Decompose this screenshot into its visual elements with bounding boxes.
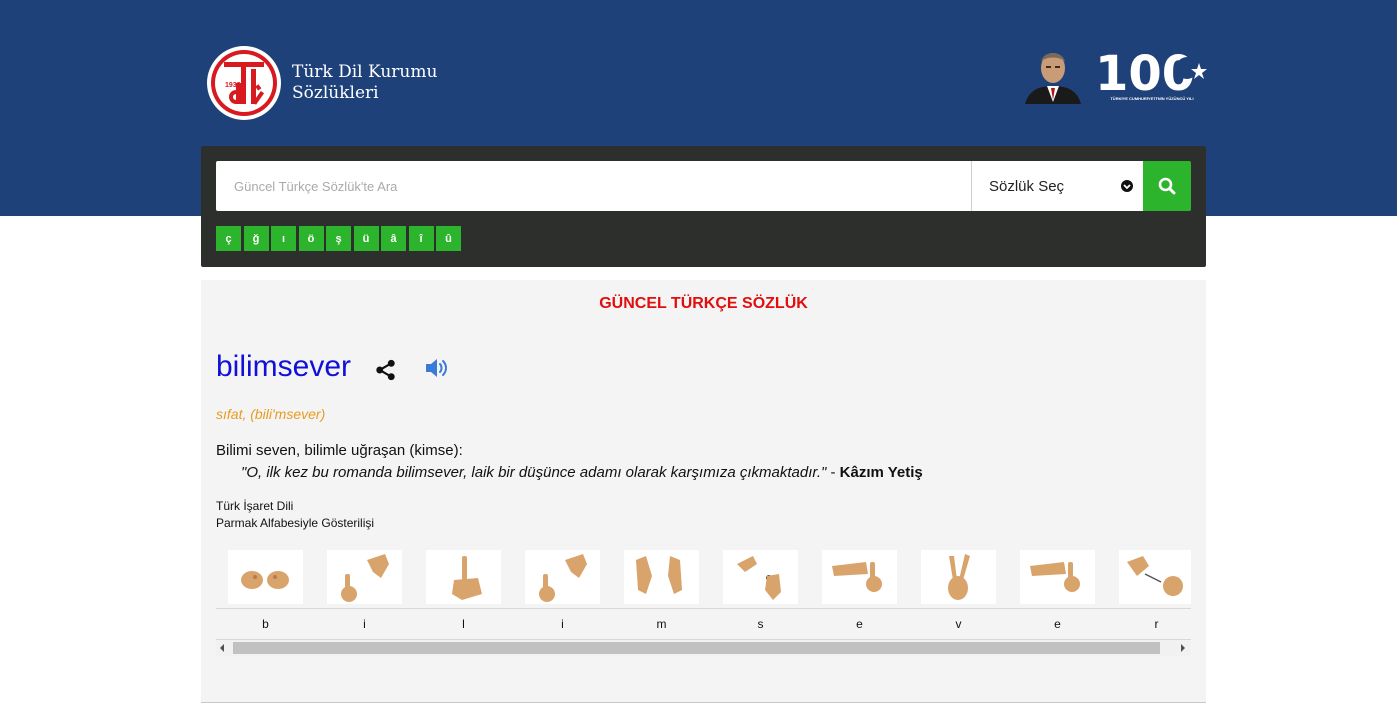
- char-button-dotless-i[interactable]: ı: [271, 226, 296, 251]
- example-sentence: "O, ilk kez bu romanda bilimsever, laik …: [241, 464, 923, 481]
- char-button-u-umlaut[interactable]: ü: [353, 226, 379, 251]
- search-panel: Sözlük Seç ç ğ ı ö ş ü â î û: [201, 146, 1206, 267]
- fingerspell-cell: m: [612, 547, 711, 637]
- fingerspell-cell: i: [315, 547, 414, 637]
- chevron-down-icon: [1121, 180, 1133, 192]
- site-logo[interactable]: 1932 Türk Dil Kurumu Sözlükleri: [206, 45, 437, 121]
- scroll-right-arrow[interactable]: [1181, 644, 1185, 652]
- char-button-c-cedilla[interactable]: ç: [216, 226, 241, 251]
- hand-sign-image: [624, 550, 699, 604]
- hand-sign-icon: [832, 562, 882, 592]
- fingerspell-cell: r: [1107, 547, 1191, 637]
- char-button-i-circumflex[interactable]: î: [408, 226, 434, 251]
- fingerspell-letter: m: [656, 617, 667, 631]
- fingerspell-letter: r: [1154, 617, 1159, 631]
- sign-language-subtitle: Parmak Alfabesiyle Gösterilişi: [216, 516, 375, 530]
- hand-sign-image: [327, 550, 402, 604]
- sign-language-title: Türk İşaret Dili: [216, 499, 294, 513]
- definition-text: Bilimi seven, bilimle uğraşan (kimse):: [216, 442, 463, 459]
- scrollbar-thumb[interactable]: [233, 642, 1160, 654]
- char-button-s-cedilla[interactable]: ş: [326, 226, 351, 251]
- centennial-caption: TÜRKİYE CUMHURİYETİ'NİN YÜZÜNCÜ YILI: [1110, 96, 1194, 101]
- hand-sign-image: [921, 550, 996, 604]
- site-title: Türk Dil Kurumu Sözlükleri: [292, 62, 437, 104]
- hand-sign-icon: [341, 554, 389, 602]
- dictionary-select-label: Sözlük Seç: [989, 177, 1065, 195]
- result-panel: GÜNCEL TÜRKÇE SÖZLÜK bilimsever sıfat, (…: [201, 280, 1206, 703]
- fingerspell-letter: b: [262, 617, 269, 631]
- fingerspell-letter: v: [955, 617, 962, 631]
- fingerspell-cell: e: [810, 547, 909, 637]
- hand-sign-image: [228, 550, 303, 604]
- fingerspell-letter: i: [561, 617, 564, 631]
- fingerspell-letter: s: [757, 617, 764, 631]
- example-quote: "O, ilk kez bu romanda bilimsever, laik …: [241, 464, 827, 481]
- dictionary-select[interactable]: Sözlük Seç: [971, 161, 1143, 211]
- hand-sign-icon: [539, 554, 587, 602]
- entry-word: bilimsever: [216, 350, 352, 383]
- tdk-seal-logo: 1932: [207, 46, 281, 120]
- fingerspell-cell: v: [909, 547, 1008, 637]
- hand-sign-icon: [241, 571, 289, 589]
- hand-sign-icon: [948, 554, 970, 600]
- char-button-u-circumflex[interactable]: û: [436, 226, 461, 251]
- hand-sign-icon: [636, 556, 682, 594]
- centennial-logo: 100 TÜRKİYE CUMHURİYETİ'NİN YÜZÜNCÜ YILI: [1095, 42, 1209, 106]
- site-title-line1: Türk Dil Kurumu: [292, 62, 438, 82]
- char-button-o-umlaut[interactable]: ö: [298, 226, 324, 251]
- char-button-g-breve[interactable]: ğ: [243, 226, 269, 251]
- fingerspell-letter: l: [462, 617, 465, 631]
- hand-sign-icon: [737, 556, 781, 600]
- share-icon[interactable]: [374, 358, 397, 382]
- divider: [216, 608, 1191, 609]
- fingerspell-cell: l: [414, 547, 513, 637]
- centennial-badge: 100 TÜRKİYE CUMHURİYETİ'NİN YÜZÜNCÜ YILI: [1017, 42, 1209, 106]
- fingerspell-letter: e: [1054, 617, 1061, 631]
- fingerspell-letter: i: [363, 617, 366, 631]
- scroll-left-arrow[interactable]: [220, 644, 224, 652]
- horizontal-scrollbar[interactable]: [216, 640, 1191, 656]
- special-char-buttons: ç ğ ı ö ş ü â î û: [216, 226, 464, 251]
- site-title-line2: Sözlükleri: [292, 83, 379, 103]
- hand-sign-icon: [1030, 562, 1080, 592]
- example-author: Kâzım Yetiş: [839, 464, 923, 481]
- part-of-speech: sıfat, (bili'msever): [216, 406, 326, 422]
- fingerspell-cell: e: [1008, 547, 1107, 637]
- search-button[interactable]: [1143, 161, 1191, 211]
- dictionary-title: GÜNCEL TÜRKÇE SÖZLÜK: [599, 295, 808, 312]
- svg-text:1932: 1932: [225, 82, 241, 89]
- centennial-100-mark: 100: [1095, 46, 1207, 102]
- hand-sign-icon: [452, 556, 482, 600]
- hand-sign-image: [525, 550, 600, 604]
- char-button-a-circumflex[interactable]: â: [381, 226, 406, 251]
- fingerspell-letter: e: [856, 617, 863, 631]
- fingerspell-cell: s: [711, 547, 810, 637]
- speaker-icon[interactable]: [425, 357, 451, 379]
- hand-sign-image: [822, 550, 897, 604]
- search-icon: [1158, 177, 1176, 195]
- example-separator: -: [826, 464, 840, 481]
- hand-sign-image: [1119, 550, 1191, 604]
- hand-sign-image: [426, 550, 501, 604]
- fingerspell-cell: i: [513, 547, 612, 637]
- search-input[interactable]: [216, 161, 971, 211]
- hand-sign-icon: [1127, 556, 1183, 596]
- fingerspell-cell: b: [216, 547, 315, 637]
- hand-sign-image: [723, 550, 798, 604]
- sign-language-heading: Türk İşaret Dili Parmak Alfabesiyle Göst…: [216, 498, 374, 532]
- hand-sign-image: [1020, 550, 1095, 604]
